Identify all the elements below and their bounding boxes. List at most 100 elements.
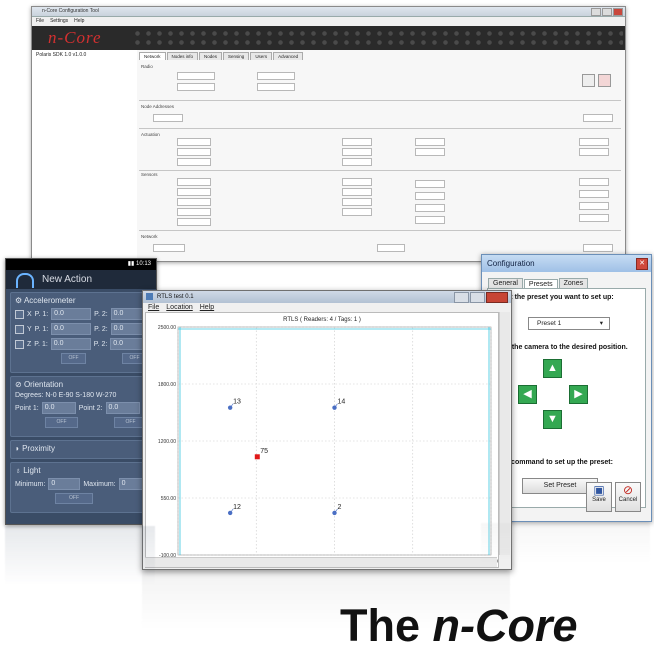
sensor-field[interactable] — [579, 214, 609, 222]
tab-general[interactable]: General — [488, 278, 523, 288]
reader-point — [332, 405, 337, 410]
rtls-plot-area[interactable]: RTLS ( Readers: 4 / Tags: 1 ) 2500.00 180… — [145, 312, 500, 568]
point-layer: 13 14 12 2 75 — [227, 399, 346, 516]
light-min-field[interactable]: 0 — [48, 478, 81, 490]
sensor-field[interactable] — [177, 198, 211, 206]
arrow-up-button[interactable]: ▲ — [543, 359, 562, 378]
radio-field[interactable] — [257, 72, 295, 80]
sensor-field[interactable] — [342, 178, 372, 186]
binoculars-icon[interactable] — [582, 74, 595, 87]
menu-help[interactable]: Help — [200, 303, 214, 312]
tab-users[interactable]: Users — [250, 52, 273, 60]
window-controls — [454, 292, 508, 303]
light-off-toggle[interactable]: OFF — [55, 493, 93, 504]
arrow-left-button[interactable]: ◀ — [518, 385, 537, 404]
menu-help[interactable]: Help — [74, 17, 84, 26]
sensor-field[interactable] — [177, 218, 211, 226]
actuation-field[interactable] — [342, 148, 372, 156]
minimize-button[interactable] — [591, 8, 601, 16]
point1-field[interactable]: 0.0 — [41, 402, 76, 414]
tab-advanced[interactable]: Advanced — [273, 52, 304, 60]
accelerometer-title: Accelerometer — [23, 296, 76, 305]
actuation-field[interactable] — [415, 148, 445, 156]
sensor-field[interactable] — [342, 198, 372, 206]
accel-off-toggle[interactable]: OFF — [61, 353, 86, 364]
actuation-field[interactable] — [579, 148, 609, 156]
address-field[interactable] — [583, 114, 613, 122]
accel-z-p1-field[interactable]: 0.0 — [50, 338, 91, 350]
minimize-button[interactable] — [454, 292, 469, 303]
close-button[interactable] — [486, 292, 508, 303]
status-time: 10:13 — [135, 261, 151, 267]
accel-y-checkbox[interactable] — [15, 324, 24, 334]
menu-settings[interactable]: Settings — [50, 17, 68, 26]
rtls-plot[interactable]: RTLS ( Readers: 4 / Tags: 1 ) 2500.00 180… — [146, 313, 500, 567]
actuation-field[interactable] — [177, 138, 211, 146]
accel-z-p2-field[interactable]: 0.0 — [110, 338, 145, 350]
actuation-field[interactable] — [177, 148, 211, 156]
menu-location[interactable]: Location — [166, 303, 192, 312]
radio-field[interactable] — [177, 72, 215, 80]
rtls-window: RTLS test 0.1 File Location Help RTLS ( … — [142, 290, 512, 570]
actuation-field[interactable] — [342, 138, 372, 146]
actuation-field[interactable] — [415, 138, 445, 146]
radio-field[interactable] — [177, 83, 215, 91]
sensor-field[interactable] — [177, 208, 211, 216]
network-field[interactable] — [153, 244, 185, 252]
sensor-field[interactable] — [579, 190, 609, 198]
vertical-scrollbar[interactable] — [499, 312, 510, 555]
radio-field[interactable] — [257, 83, 295, 91]
network-field[interactable] — [377, 244, 405, 252]
preset-select-value: Preset 1 — [537, 320, 562, 327]
sensor-field[interactable] — [579, 202, 609, 210]
actuation-field[interactable] — [342, 158, 372, 166]
accel-z-checkbox[interactable] — [15, 339, 24, 349]
accel-x-checkbox[interactable] — [15, 309, 24, 319]
accel-y-p2-field[interactable]: 0.0 — [110, 323, 145, 335]
arrow-right-button[interactable]: ▶ — [569, 385, 588, 404]
cancel-button[interactable]: ⊘ Cancel — [615, 482, 641, 512]
sensor-field[interactable] — [415, 204, 445, 212]
orientation-degrees: Degrees: N-0 E-90 S-180 W-270 — [15, 392, 117, 399]
configuration-title: Configuration — [487, 259, 535, 268]
preset-select[interactable]: Preset 1 ▾ — [528, 317, 610, 330]
save-button[interactable]: ▣ Save — [586, 482, 612, 512]
sensor-field[interactable] — [415, 192, 445, 200]
orientation-off-toggle[interactable]: OFF — [45, 417, 78, 428]
tree-item-device[interactable]: Polaris SDK 1.0 v1.0.0 — [36, 52, 140, 58]
menu-file[interactable]: File — [148, 303, 159, 312]
tab-sensing[interactable]: Sensing — [223, 52, 250, 60]
sensor-field[interactable] — [415, 216, 445, 224]
point2-field[interactable]: 0.0 — [105, 402, 140, 414]
sensor-field[interactable] — [415, 180, 445, 188]
sensor-field[interactable] — [342, 188, 372, 196]
sensor-field[interactable] — [177, 188, 211, 196]
sensor-field[interactable] — [579, 178, 609, 186]
proximity-section[interactable]: ◗ Proximity — [10, 440, 152, 459]
reader-label: 14 — [338, 399, 346, 406]
actuation-field[interactable] — [579, 138, 609, 146]
accel-y-p1-field[interactable]: 0.0 — [51, 323, 92, 335]
accel-x-p2-field[interactable]: 0.0 — [110, 308, 145, 320]
network-field[interactable] — [583, 244, 613, 252]
edit-icon[interactable] — [598, 74, 611, 87]
action-bar: New Action — [6, 270, 156, 289]
actuation-field[interactable] — [177, 158, 211, 166]
arrow-down-button[interactable]: ▼ — [543, 410, 562, 429]
sensor-field[interactable] — [177, 178, 211, 186]
horizontal-scrollbar[interactable] — [145, 557, 497, 567]
tab-network[interactable]: Network — [139, 52, 166, 60]
tab-nodes-info[interactable]: Nodes info — [166, 52, 199, 60]
tab-zones[interactable]: Zones — [558, 278, 589, 288]
menu-file[interactable]: File — [36, 17, 44, 26]
maximize-button[interactable] — [602, 8, 612, 16]
accel-x-p1-field[interactable]: 0.0 — [51, 308, 92, 320]
chevron-down-icon: ▾ — [599, 320, 603, 327]
maximize-button[interactable] — [470, 292, 485, 303]
close-button[interactable] — [613, 8, 623, 16]
close-icon[interactable]: ✕ — [636, 258, 648, 270]
sensor-field[interactable] — [342, 208, 372, 216]
tab-nodes[interactable]: Nodes — [199, 52, 223, 60]
address-field[interactable] — [153, 114, 183, 122]
device-tree[interactable]: Polaris SDK 1.0 v1.0.0 — [32, 50, 145, 261]
